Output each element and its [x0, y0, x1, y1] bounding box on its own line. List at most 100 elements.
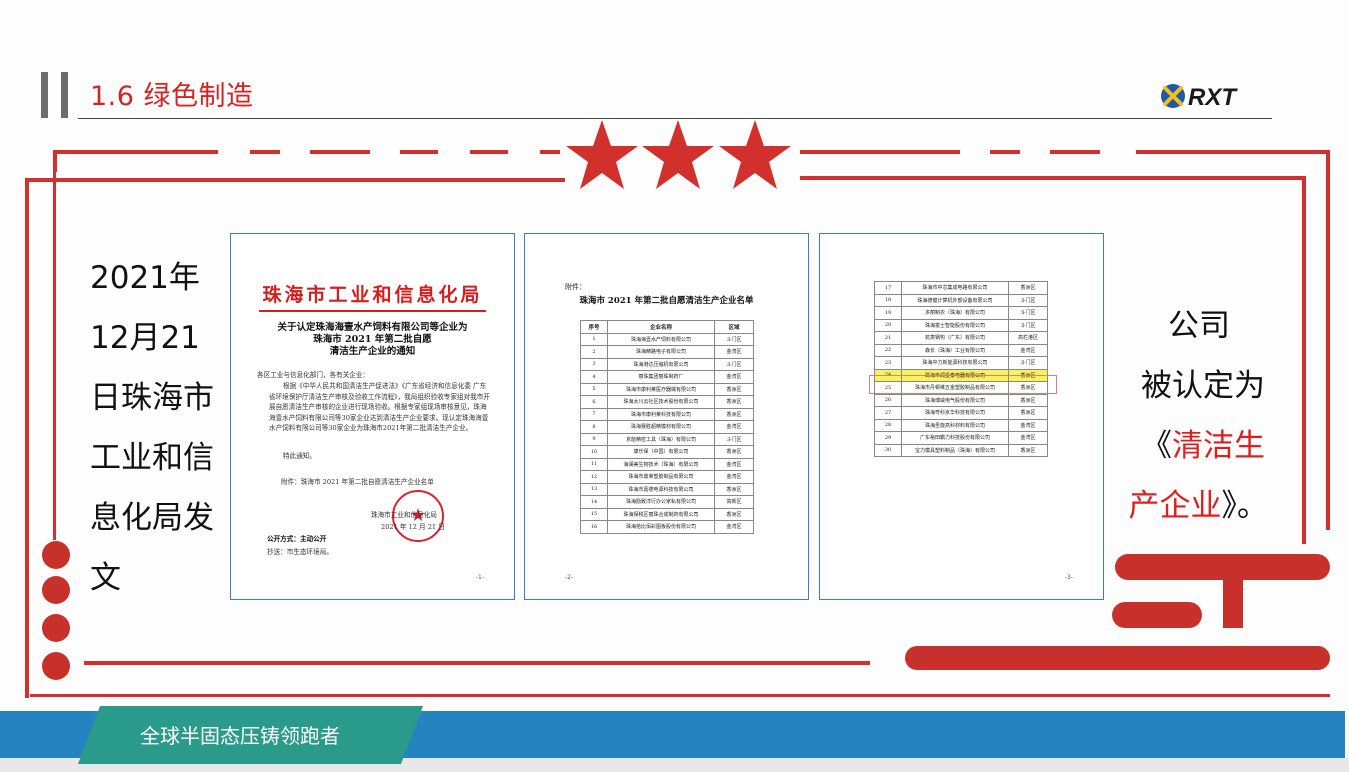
table-row: 4 丽珠集团丽珠制药厂 金湾区: [580, 370, 754, 384]
company-name: 珠海赛胜超精模材有限公司: [607, 420, 715, 434]
table-row: 29 广东裕田霸力科技股份有限公司 金湾区: [874, 431, 1048, 445]
star-icon: [719, 120, 791, 189]
table-row: 5 珠海市康利莱医疗器械有限公司 香洲区: [580, 382, 754, 396]
footer-tagline: 全球半固态压铸领跑者: [140, 724, 340, 748]
company-name: 珠海粤科京华科技有限公司: [901, 406, 1009, 420]
company-name: 珠海市中芯集成电路有限公司: [901, 281, 1009, 295]
right-highlight-1: 清洁生: [1172, 428, 1265, 464]
right-bracket-open: 《: [1141, 428, 1172, 464]
frame-dash: [400, 150, 438, 154]
row-number: 6: [580, 395, 608, 409]
district: 高新区: [714, 495, 754, 509]
company-name: 珠海博威电气股份有限公司: [901, 393, 1009, 407]
table-row: 3 珠海港达压缩机有限公司 斗门区: [580, 357, 754, 371]
district: 香洲区: [714, 482, 754, 496]
district: 金湾区: [714, 370, 754, 384]
table-row: 28 珠海圣旋高科材料有限公司 金湾区: [874, 418, 1048, 432]
right-line-4: 产企业》。: [1100, 476, 1269, 536]
table-row: 17 珠海市中芯集成电路有限公司 香洲区: [874, 281, 1048, 295]
frame-dash: [250, 150, 280, 154]
row-number: 8: [580, 420, 608, 434]
frame-line-left-outer: [25, 178, 29, 698]
frame-dash: [310, 150, 370, 154]
table-row: 15 珠海保税区丽珠合成制药有限公司 香洲区: [580, 507, 754, 521]
doc1-subtitle-1: 关于认定珠海海壹水产饲料有限公司等企业为: [277, 322, 468, 333]
left-description: 2021年 12月21 日珠海市 工业和信 息化局发 文: [90, 248, 214, 608]
table-row: 22 森长（珠海）工业有限公司 金湾区: [874, 343, 1048, 357]
company-name: 珠海太川云社区技术股份有限公司: [607, 395, 715, 409]
company-name: 珠海圣旋高科材料有限公司: [901, 418, 1009, 432]
row-number: 7: [580, 407, 608, 421]
district: 香洲区: [714, 382, 754, 396]
district: 香洲区: [1008, 393, 1048, 407]
table-row: 11 海澜美生物技术（珠海）有限公司 金湾区: [580, 457, 754, 471]
frame-line-bottom: [30, 694, 1330, 697]
logo-text: RXT: [1188, 84, 1238, 111]
doc1-cc: 抄送：市生态环境局。: [267, 548, 333, 556]
row-number: 26: [874, 393, 902, 407]
row-number: 30: [874, 443, 902, 457]
table-row: 1 珠海海壹水产饲料有限公司 斗门区: [580, 332, 754, 346]
left-line: 12月21: [90, 320, 200, 356]
company-name: 珠海富士智能股份有限公司: [901, 318, 1009, 332]
company-name: 京能精密工具（珠海）有限公司: [607, 432, 715, 446]
doc1-subtitle-2: 珠海市 2021 年第二批自愿: [313, 334, 432, 345]
table-row: 13 珠海市嘉德电源科技有限公司 香洲区: [580, 482, 754, 496]
frame-line-right-inner: [1302, 176, 1306, 544]
district: 斗门区: [1008, 293, 1048, 307]
company-name: 珠海保税区丽珠合成制药有限公司: [607, 507, 715, 521]
frame-line-right-outer: [1326, 150, 1330, 530]
row-number: 15: [580, 507, 608, 521]
doc2-attach-label: 附件：: [565, 283, 586, 291]
company-logo: RXT: [1161, 84, 1238, 111]
company-name: 宝力模具塑料制品（珠海）有限公司: [901, 443, 1009, 457]
table-row: 12 珠海市鼎荣塑胶制品有限公司 金湾区: [580, 470, 754, 484]
doc3-page-number: -3-: [1064, 574, 1073, 581]
frame-dash: [53, 150, 218, 154]
col-header: 企业名称: [607, 320, 715, 334]
frame-dash: [1050, 150, 1100, 154]
star-icon: [566, 120, 638, 189]
list-document-page-3: 17 珠海市中芯集成电路有限公司 香洲区 18 珠海德健计算机外部设备有限公司 斗门区 19…: [819, 233, 1104, 600]
row-number: 3: [580, 357, 608, 371]
row-number: 13: [580, 482, 608, 496]
doc3-company-table: 17 珠海市中芯集成电路有限公司 香洲区 18 珠海德健计算机外部设备有限公司 斗门区 19…: [874, 281, 1048, 457]
slide: 1.6 绿色制造 RXT 2021年 12月21 日珠海市 工业和信 息化局发 …: [0, 0, 1349, 772]
table-row: 2 珠海精路电子有限公司 金湾区: [580, 345, 754, 359]
doc1-subtitle-3: 清洁生产企业的通知: [329, 346, 416, 357]
doc1-disclosure: 公开方式：主动公开: [267, 535, 327, 543]
company-name: 丽珠集团丽珠制药厂: [607, 370, 715, 384]
row-number: 27: [874, 406, 902, 420]
decor-dot: [42, 541, 70, 569]
right-highlight-2: 产企业: [1128, 488, 1222, 524]
table-row: 18 珠海德健计算机外部设备有限公司 斗门区: [874, 293, 1048, 307]
company-name: 广东裕田霸力科技股份有限公司: [901, 431, 1009, 445]
doc1-date: 2021 年 12 月 21 日: [381, 523, 445, 531]
page-title: 1.6 绿色制造: [90, 81, 254, 112]
district: 香洲区: [714, 507, 754, 521]
decor-dot: [42, 614, 70, 642]
frame-dash: [540, 150, 560, 154]
table-header-row: 序号 企业名称 区域: [580, 320, 754, 334]
table-row: 7 珠海市康利莱科技有限公司 香洲区: [580, 407, 754, 421]
left-line: 文: [90, 560, 121, 596]
row-number: 23: [874, 356, 902, 370]
doc1-page-number: -1-: [475, 574, 484, 581]
table-row: 20 珠海富士智能股份有限公司 斗门区: [874, 318, 1048, 332]
row-number: 22: [874, 343, 902, 357]
frame-line-top-right: [800, 176, 1305, 180]
company-name: 珠海励致洋行办公家私有限公司: [607, 495, 715, 509]
row-number: 17: [874, 281, 902, 295]
district: 金湾区: [714, 345, 754, 359]
row-number: 14: [580, 495, 608, 509]
row-number: 16: [580, 520, 608, 534]
company-name: 珠海海壹水产饲料有限公司: [607, 332, 715, 346]
company-name: 珠海精路电子有限公司: [607, 345, 715, 359]
district: 金湾区: [714, 470, 754, 484]
district: 香洲区: [714, 407, 754, 421]
row-number: 28: [874, 418, 902, 432]
company-name: 杭萧钢构（广东）有限公司: [901, 331, 1009, 345]
company-name: 珠海市嘉德电源科技有限公司: [607, 482, 715, 496]
left-line: 工业和信: [90, 440, 214, 476]
table-row: 21 杭萧钢构（广东）有限公司 高栏港区: [874, 331, 1048, 345]
